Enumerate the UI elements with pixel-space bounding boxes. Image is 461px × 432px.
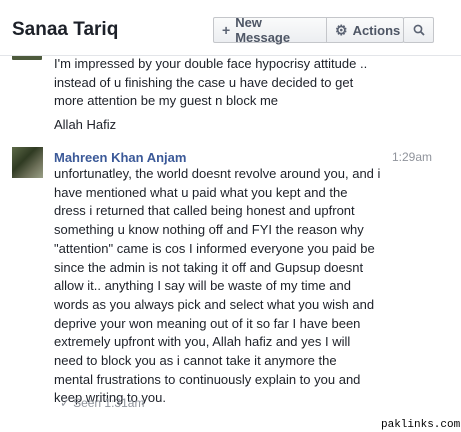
conversation-title: Sanaa Tariq bbox=[12, 19, 119, 40]
message-timestamp: 1:29am bbox=[392, 150, 433, 164]
message-text: unfortunatley, the world doesnt revolve … bbox=[54, 166, 381, 406]
message-text: I'm impressed by your double face hypocr… bbox=[54, 56, 368, 109]
new-message-label: New Message bbox=[235, 15, 291, 45]
checkmark-icon: ✓ bbox=[60, 396, 71, 410]
conversation-header: Sanaa Tariq + New Message ⚙ Actions bbox=[0, 0, 461, 56]
new-message-button[interactable]: + New Message bbox=[213, 15, 327, 45]
avatar[interactable] bbox=[12, 56, 42, 60]
actions-label: Actions bbox=[352, 22, 401, 38]
plus-icon: + bbox=[222, 22, 231, 38]
seen-indicator: ✓ Seen 1:31am bbox=[60, 396, 144, 410]
watermark-text: paklinks.com bbox=[381, 419, 461, 431]
sender-avatar[interactable] bbox=[12, 147, 43, 178]
message-thread[interactable]: I'm impressed by your double face hypocr… bbox=[0, 56, 461, 432]
seen-label: Seen 1:31am bbox=[73, 396, 145, 410]
search-button[interactable] bbox=[403, 17, 434, 43]
sender-name[interactable]: Mahreen Khan Anjam bbox=[54, 150, 186, 165]
gear-icon: ⚙ bbox=[335, 21, 348, 38]
search-icon bbox=[413, 24, 425, 36]
actions-button[interactable]: ⚙ Actions bbox=[326, 17, 404, 43]
message-signoff: Allah Hafiz bbox=[54, 117, 117, 132]
